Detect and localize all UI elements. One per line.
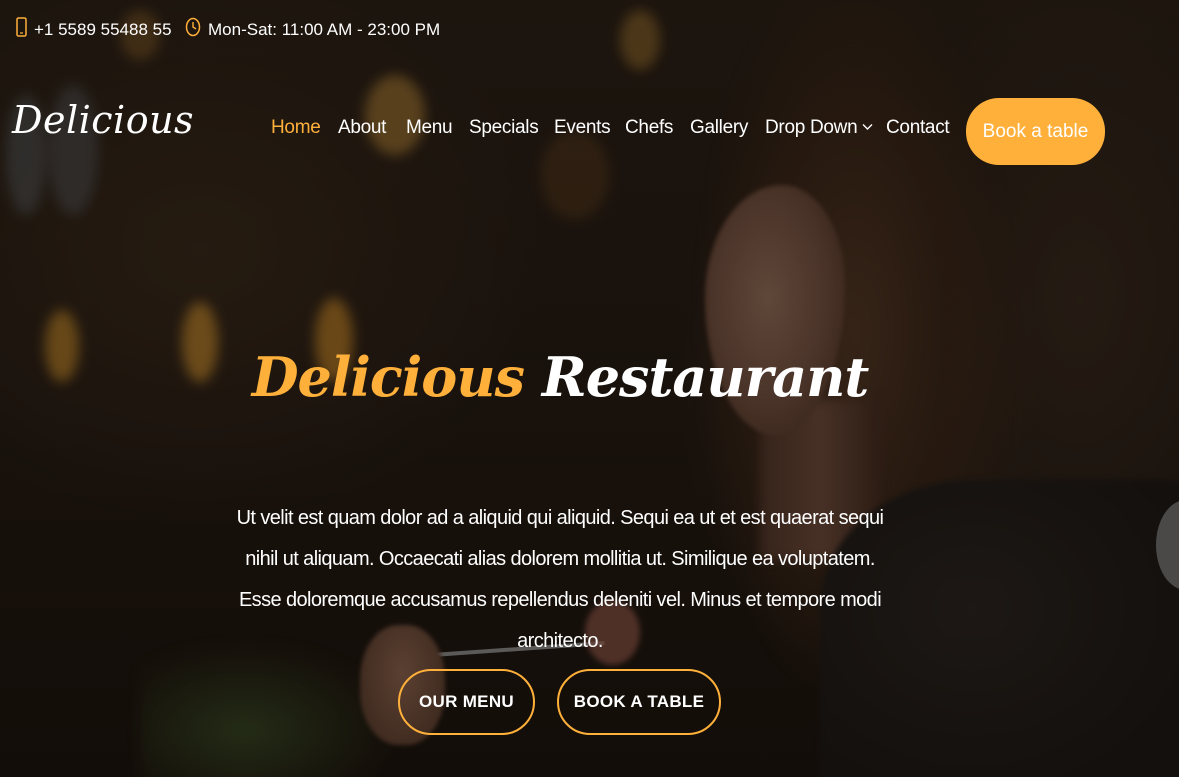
clock-icon bbox=[185, 17, 201, 42]
phone-icon bbox=[16, 17, 27, 42]
chevron-down-icon bbox=[862, 119, 873, 134]
hero-description: Ut velit est quam dolor ad a aliquid qui… bbox=[236, 507, 884, 652]
hero-title: Delicious Restaurant bbox=[0, 345, 1120, 409]
top-bar: +1 5589 55488 55 Mon-Sat: 11:00 AM - 23:… bbox=[0, 0, 1179, 58]
nav-about[interactable]: About bbox=[338, 117, 386, 139]
hours-info: Mon-Sat: 11:00 AM - 23:00 PM bbox=[185, 17, 440, 42]
nav-dropdown-label: Drop Down bbox=[765, 117, 858, 138]
nav-home[interactable]: Home bbox=[271, 117, 321, 139]
nav-contact[interactable]: Contact bbox=[886, 117, 950, 139]
nav-menu[interactable]: Menu bbox=[406, 117, 453, 139]
hero-book-table-button[interactable]: BOOK A TABLE bbox=[557, 669, 721, 735]
phone-number: +1 5589 55488 55 bbox=[34, 19, 172, 39]
our-menu-button[interactable]: OUR MENU bbox=[398, 669, 535, 735]
phone-info: +1 5589 55488 55 bbox=[16, 17, 172, 42]
hero-title-accent: Delicious bbox=[251, 345, 525, 409]
site-logo[interactable]: Delicious bbox=[12, 98, 194, 142]
book-a-table-button[interactable]: Book a table bbox=[966, 98, 1105, 165]
opening-hours: Mon-Sat: 11:00 AM - 23:00 PM bbox=[208, 19, 441, 39]
nav-gallery[interactable]: Gallery bbox=[690, 117, 748, 139]
nav-dropdown[interactable]: Drop Down bbox=[765, 117, 873, 139]
nav-specials[interactable]: Specials bbox=[469, 117, 539, 139]
hero-title-main: Restaurant bbox=[541, 345, 869, 409]
nav-events[interactable]: Events bbox=[554, 117, 611, 139]
nav-chefs[interactable]: Chefs bbox=[625, 117, 673, 139]
